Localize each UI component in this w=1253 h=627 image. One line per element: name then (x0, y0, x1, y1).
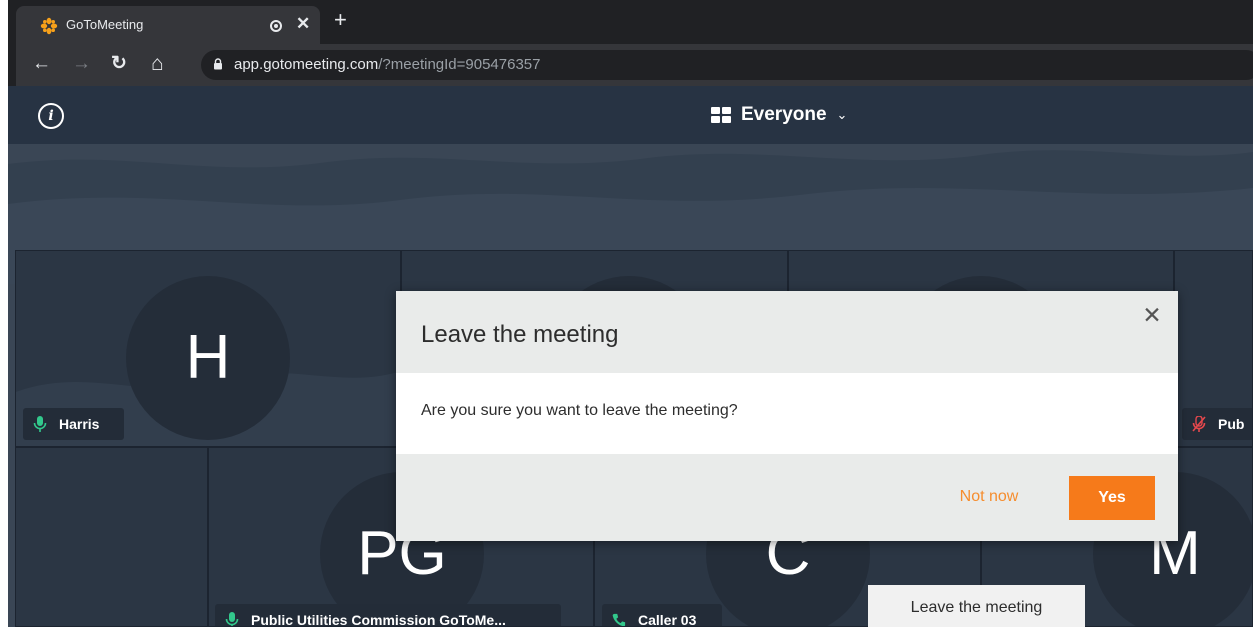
microphone-icon (225, 612, 239, 626)
phone-icon (612, 613, 626, 626)
participant-tile[interactable]: Pub (1174, 250, 1253, 447)
yes-button[interactable]: Yes (1069, 476, 1155, 520)
new-tab-button[interactable]: + (334, 7, 347, 33)
info-icon[interactable]: i (38, 103, 64, 129)
grid-icon (711, 107, 731, 123)
url-text: app.gotomeeting.com/?meetingId=905476357 (234, 56, 541, 73)
participant-name: Public Utilities Commission GoToMe... (251, 612, 506, 627)
participant-name: Pub (1218, 416, 1245, 432)
microphone-muted-icon (1192, 416, 1206, 432)
dialog-header: Leave the meeting ✕ (396, 291, 1178, 373)
tab-title: GoToMeeting (66, 17, 144, 32)
browser-toolbar: ← → ↻ ⌂ app.gotomeeting.com/?meetingId=9… (16, 44, 1253, 86)
reload-icon[interactable]: ↻ (111, 53, 127, 75)
dialog-title: Leave the meeting (421, 321, 619, 348)
participant-name: Harris (59, 416, 100, 432)
back-arrow-icon[interactable]: ← (32, 53, 51, 75)
lock-icon (214, 58, 222, 70)
home-icon[interactable]: ⌂ (151, 53, 164, 75)
browser-tab[interactable]: GoToMeeting ✕ (16, 6, 320, 44)
not-now-button[interactable]: Not now (949, 477, 1029, 517)
leave-meeting-dialog: Leave the meeting ✕ Are you sure you wan… (396, 291, 1178, 541)
participant-name-tag: Harris (23, 408, 124, 440)
view-label: Everyone (741, 104, 827, 125)
leave-meeting-tooltip: Leave the meeting (868, 585, 1085, 627)
microphone-icon (33, 416, 47, 432)
chevron-down-icon: ⌄ (836, 107, 848, 122)
close-tab-icon[interactable]: ✕ (296, 14, 310, 34)
avatar: H (126, 276, 290, 440)
participant-tile[interactable]: H Harris (15, 250, 401, 447)
participant-name-tag: Caller 03 (602, 604, 722, 627)
participant-name-tag: Public Utilities Commission GoToMe... (215, 604, 561, 627)
view-selector-dropdown[interactable]: Everyone ⌄ (711, 102, 847, 128)
audio-playing-icon[interactable] (270, 20, 282, 32)
url-host: app.gotomeeting.com (234, 56, 379, 73)
forward-arrow-icon[interactable]: → (72, 53, 91, 75)
dialog-footer: Not now Yes (396, 454, 1178, 541)
url-path: /?meetingId=905476357 (378, 56, 541, 73)
close-icon[interactable]: ✕ (1140, 303, 1164, 327)
gotomeeting-logo-icon (40, 17, 58, 35)
participant-name-tag: Pub (1182, 408, 1252, 440)
browser-chrome: GoToMeeting ✕ + ← → ↻ ⌂ app.gotomeeting.… (8, 0, 1253, 86)
participant-tile (15, 447, 208, 627)
dialog-message: Are you sure you want to leave the meeti… (421, 402, 738, 419)
dialog-body: Are you sure you want to leave the meeti… (396, 373, 1178, 454)
meeting-header: i Everyone ⌄ (8, 86, 1253, 144)
participant-name: Caller 03 (638, 612, 697, 627)
address-bar[interactable]: app.gotomeeting.com/?meetingId=905476357 (201, 50, 1253, 80)
